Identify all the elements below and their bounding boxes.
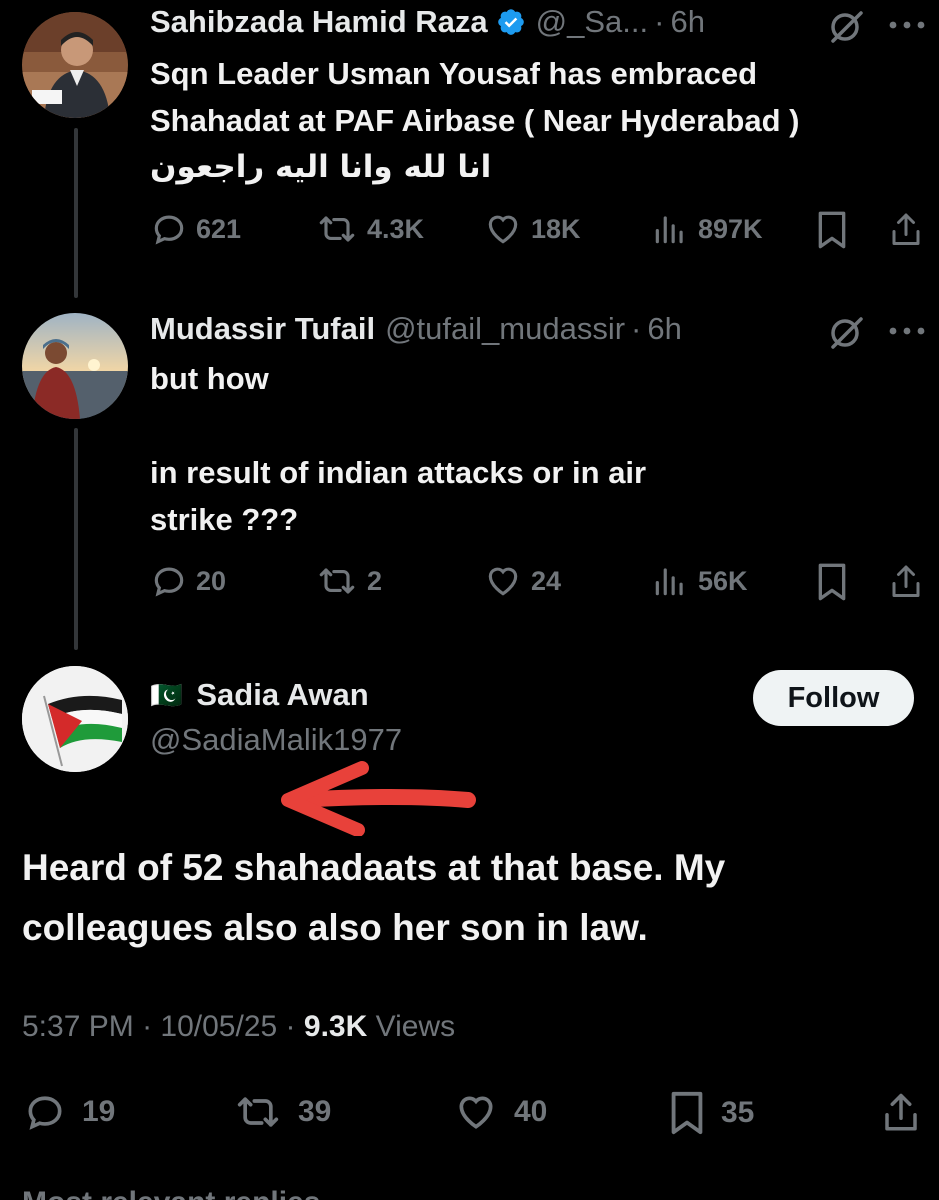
pakistan-flag-icon: 🇵🇰 [150, 679, 183, 710]
views-button[interactable]: 56K [650, 562, 748, 600]
tweet-header: Mudassir Tufail @tufail_mudassir · 6h [150, 311, 682, 347]
red-arrow [281, 761, 476, 836]
grok-icon[interactable] [826, 6, 866, 46]
grok-icon[interactable] [826, 312, 866, 352]
verified-badge-icon [497, 9, 524, 35]
replies-sort-label[interactable]: Most relevant replies [22, 1186, 320, 1200]
bookmark-button[interactable] [815, 210, 857, 250]
separator-dot: · [654, 4, 665, 39]
timestamp[interactable]: 6h [647, 311, 681, 347]
bookmark-icon [671, 1091, 703, 1135]
repost-button[interactable]: 39 [232, 1090, 331, 1134]
views-label: Views [375, 1010, 456, 1043]
main-tweet-actions: 19 39 40 35 [22, 1090, 925, 1136]
share-button[interactable] [888, 562, 932, 602]
follow-button[interactable]: Follow [753, 670, 914, 726]
tweet-actions: 20 2 24 56K [150, 562, 921, 602]
reply-icon [154, 567, 184, 597]
tweet-text: Sqn Leader Usman Yousaf has embraced Sha… [150, 56, 800, 138]
main-tweet-header: 🇵🇰 Sadia Awan [150, 677, 369, 713]
reply-icon [28, 1096, 62, 1130]
like-button[interactable]: 24 [483, 562, 561, 600]
views-count: 897K [698, 213, 763, 244]
like-icon [459, 1096, 493, 1129]
views-total: 9.3K [303, 1010, 368, 1043]
author-handle[interactable]: @tufail_mudassir [385, 311, 625, 347]
share-icon [892, 213, 920, 245]
like-button[interactable]: 18K [483, 210, 581, 248]
like-count: 40 [514, 1095, 548, 1128]
repost-button[interactable]: 2 [315, 562, 382, 600]
reply-count: 621 [196, 213, 242, 244]
share-icon [892, 565, 920, 597]
more-icon[interactable] [888, 18, 928, 32]
author-name[interactable]: Sahibzada Hamid Raza [150, 4, 488, 40]
main-tweet-text: Heard of 52 shahadaats at that base. My … [22, 847, 726, 948]
views-count: 56K [698, 565, 748, 596]
repost-icon [237, 1097, 279, 1127]
author-name[interactable]: Sadia Awan [196, 677, 368, 713]
repost-count: 2 [367, 565, 383, 596]
views-button[interactable]: 897K [650, 210, 763, 248]
like-count: 18K [531, 213, 581, 244]
thread-line [74, 428, 78, 650]
tweet-meta: 5:37 PM · 10/05/25 · 9.3K Views [22, 1010, 455, 1044]
more-icon[interactable] [888, 324, 928, 338]
avatar[interactable] [22, 12, 128, 118]
avatar[interactable] [22, 313, 128, 419]
tweet-header: Sahibzada Hamid Raza @_Sa... · 6h [150, 4, 705, 40]
timestamp[interactable]: 6h [670, 4, 704, 40]
bookmark-button[interactable] [815, 562, 857, 602]
separator-dot: · [631, 311, 642, 346]
thread-line [74, 128, 78, 298]
repost-button[interactable]: 4.3K [315, 210, 424, 248]
views-icon [655, 568, 683, 596]
author-handle[interactable]: @_Sa... [536, 4, 648, 40]
bookmark-icon [818, 563, 846, 601]
avatar[interactable] [22, 666, 128, 772]
main-tweet-handle-row: @SadiaMalik1977 [150, 722, 402, 758]
repost-count: 39 [298, 1095, 332, 1128]
like-icon [488, 215, 518, 244]
author-handle[interactable]: @SadiaMalik1977 [150, 722, 402, 758]
like-icon [488, 567, 518, 596]
like-button[interactable]: 40 [452, 1090, 547, 1134]
reply-button[interactable]: 20 [150, 562, 226, 600]
repost-icon [319, 568, 355, 594]
tweet-text-urdu: انا لله وانا اليه راجعون [150, 149, 492, 185]
tweet-actions: 621 4.3K 18K 897K [150, 210, 921, 250]
bookmark-icon [818, 211, 846, 249]
tweet-date[interactable]: 10/05/25 [160, 1010, 277, 1043]
share-button[interactable] [888, 210, 932, 250]
bookmark-button[interactable]: 35 [667, 1090, 754, 1136]
reply-button[interactable]: 621 [150, 210, 241, 248]
reply-count: 19 [82, 1095, 116, 1128]
reply-button[interactable]: 19 [22, 1090, 115, 1134]
views-icon [655, 216, 683, 244]
author-name[interactable]: Mudassir Tufail [150, 311, 375, 347]
like-count: 24 [531, 565, 562, 596]
tweet-time[interactable]: 5:37 PM [22, 1010, 134, 1043]
repost-count: 4.3K [367, 213, 425, 244]
share-icon [885, 1093, 917, 1131]
share-button[interactable] [880, 1090, 936, 1136]
tweet-text: but how in result of indian attacks or i… [150, 361, 647, 537]
separator-dot: · [142, 1010, 153, 1043]
reply-icon [154, 215, 184, 245]
bookmark-count: 35 [721, 1096, 755, 1129]
separator-dot: · [285, 1010, 296, 1043]
repost-icon [319, 216, 355, 242]
reply-count: 20 [196, 565, 227, 596]
